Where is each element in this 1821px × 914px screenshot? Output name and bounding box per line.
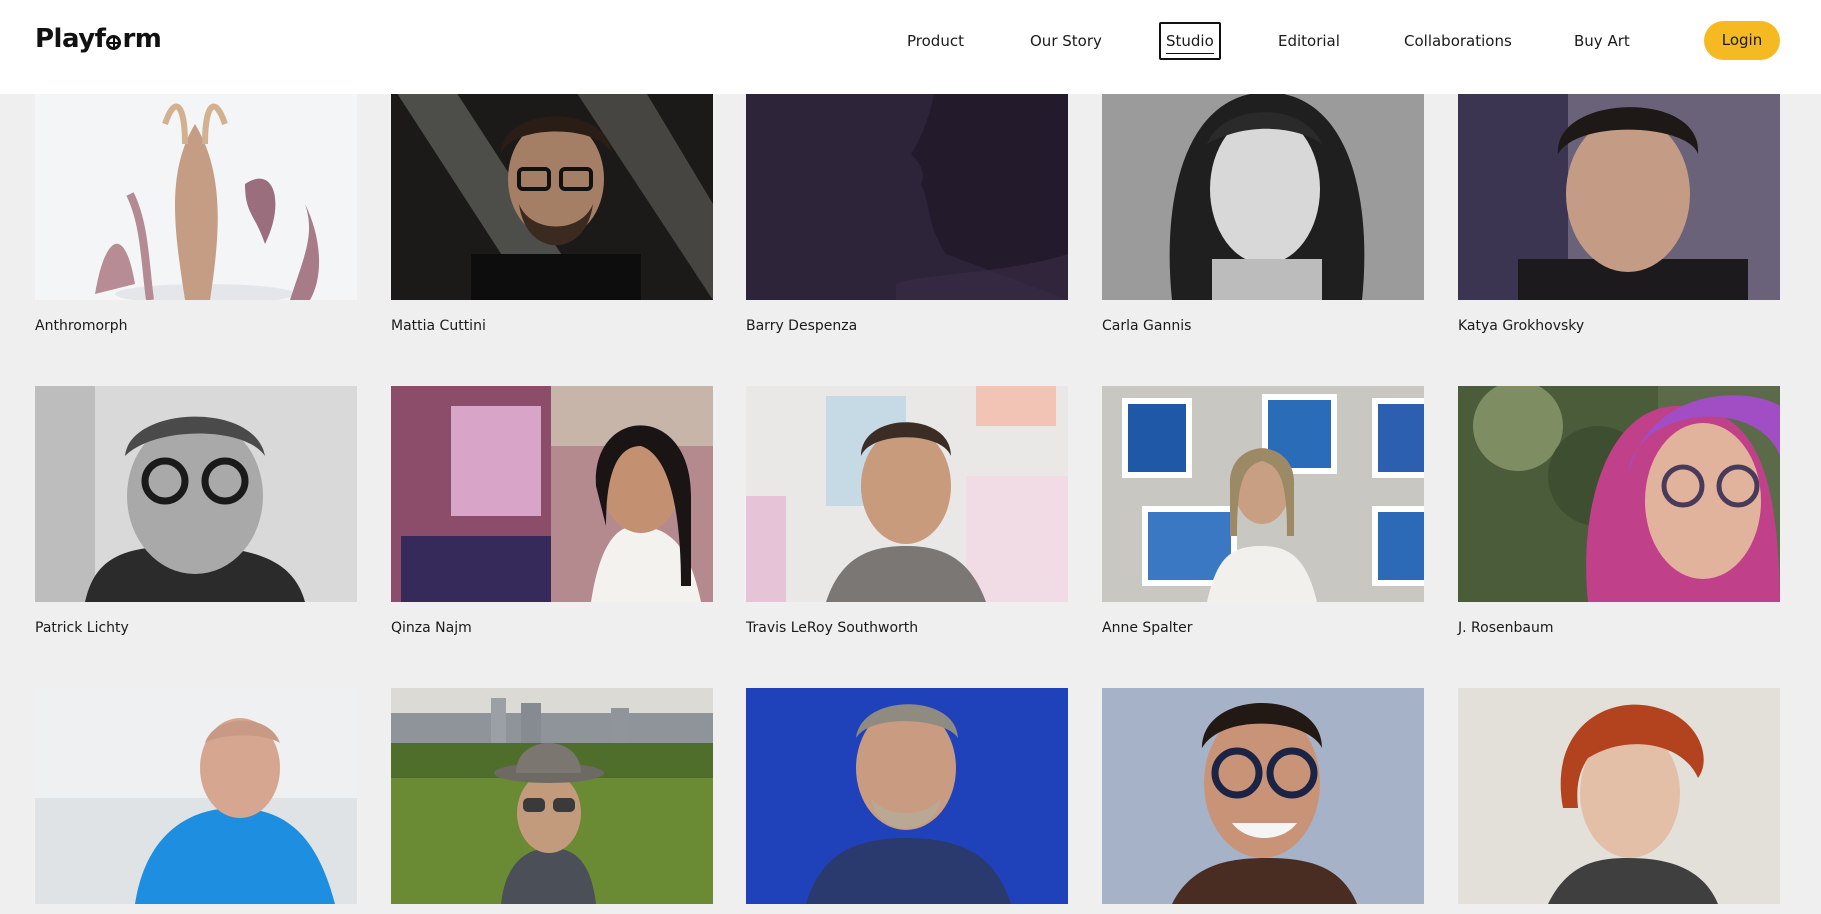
artist-name[interactable]: Carla Gannis	[1102, 318, 1191, 334]
artist-name[interactable]: Mattia Cuttini	[391, 318, 486, 334]
site-header: Playf rm Product Our Story Studio Editori…	[0, 0, 1821, 94]
artist-photo[interactable]	[1102, 84, 1424, 300]
artist-name[interactable]: J. Rosenbaum	[1458, 620, 1553, 636]
artist-photo[interactable]	[391, 688, 713, 904]
artist-photo[interactable]	[35, 386, 357, 602]
artist-name[interactable]: Qinza Najm	[391, 620, 472, 636]
artist-name[interactable]: Barry Despenza	[746, 318, 857, 334]
artist-name[interactable]: Anthromorph	[35, 318, 128, 334]
artist-photo[interactable]	[35, 84, 357, 300]
nav-product[interactable]: Product	[907, 22, 964, 60]
logo-crosshair-icon	[106, 34, 122, 50]
nav-editorial[interactable]: Editorial	[1278, 22, 1340, 60]
artist-name[interactable]: Anne Spalter	[1102, 620, 1193, 636]
artist-photo[interactable]	[746, 688, 1068, 904]
artist-photo[interactable]	[1458, 386, 1780, 602]
artist-photo[interactable]	[746, 84, 1068, 300]
artist-name[interactable]: Travis LeRoy Southworth	[746, 620, 918, 636]
artist-name[interactable]: Katya Grokhovsky	[1458, 318, 1584, 334]
nav-studio[interactable]: Studio	[1159, 22, 1221, 60]
artist-name[interactable]: Patrick Lichty	[35, 620, 129, 636]
nav-buy-art[interactable]: Buy Art	[1574, 22, 1630, 60]
nav-studio-label: Studio	[1166, 32, 1214, 54]
artist-photo[interactable]	[746, 386, 1068, 602]
artist-photo[interactable]	[1458, 688, 1780, 904]
artist-photo[interactable]	[1102, 386, 1424, 602]
logo-text-start: Playf	[35, 24, 106, 54]
nav-our-story[interactable]: Our Story	[1030, 22, 1102, 60]
artist-photo[interactable]	[391, 386, 713, 602]
artist-photo[interactable]	[1458, 84, 1780, 300]
login-button[interactable]: Login	[1704, 21, 1780, 60]
artist-photo[interactable]	[35, 688, 357, 904]
playform-logo[interactable]: Playf rm	[35, 24, 162, 54]
artist-photo[interactable]	[1102, 688, 1424, 904]
artist-photo[interactable]	[391, 84, 713, 300]
logo-text-end: rm	[122, 24, 162, 54]
nav-collaborations[interactable]: Collaborations	[1404, 22, 1512, 60]
